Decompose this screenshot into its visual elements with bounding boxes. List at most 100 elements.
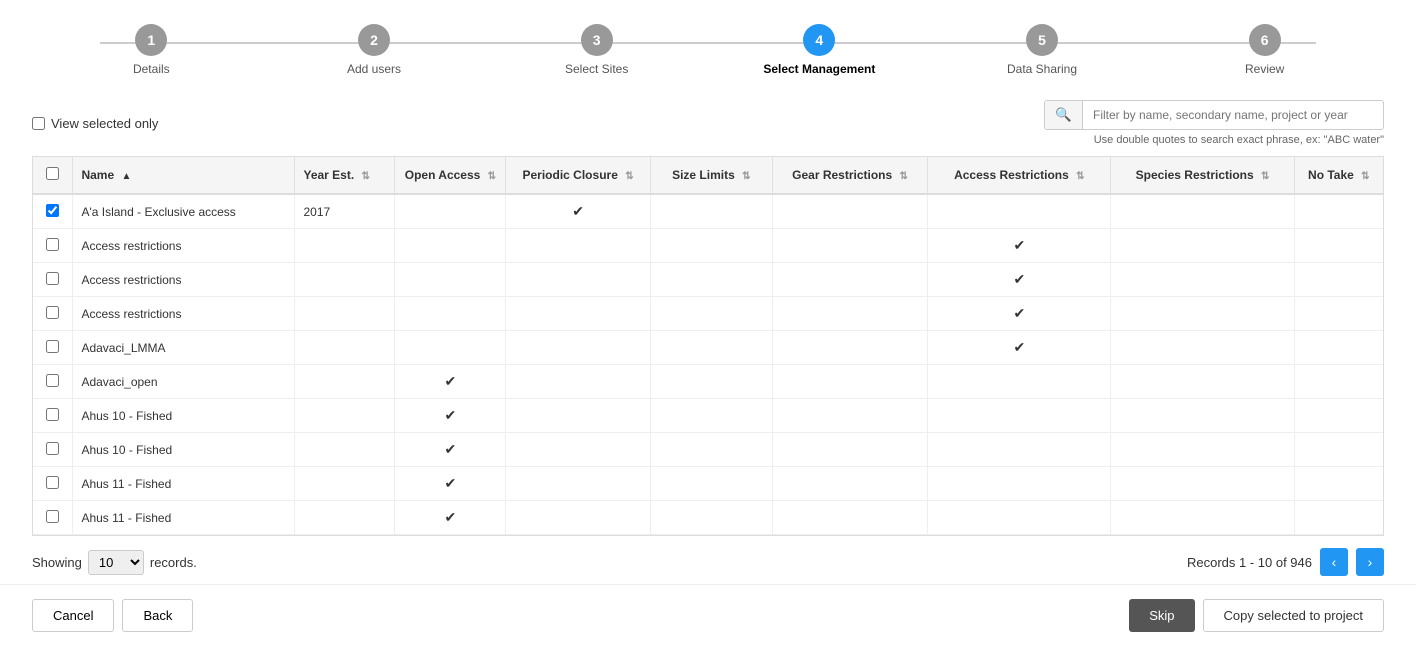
step-6[interactable]: 6 Review bbox=[1153, 24, 1376, 76]
row-open-access bbox=[395, 263, 506, 297]
step-1-label: Details bbox=[133, 62, 170, 76]
row-year bbox=[295, 433, 395, 467]
row-checkbox-cell[interactable] bbox=[33, 331, 73, 365]
step-4-label: Select Management bbox=[763, 62, 875, 76]
row-checkbox[interactable] bbox=[46, 238, 59, 251]
step-3[interactable]: 3 Select Sites bbox=[485, 24, 708, 76]
row-checkbox[interactable] bbox=[46, 374, 59, 387]
col-open-access[interactable]: Open Access ⇅ bbox=[395, 157, 506, 194]
row-name: Access restrictions bbox=[73, 229, 295, 263]
row-checkbox-cell[interactable] bbox=[33, 399, 73, 433]
row-gear-restrictions bbox=[772, 399, 927, 433]
row-periodic-closure bbox=[506, 467, 650, 501]
row-checkbox[interactable] bbox=[46, 204, 59, 217]
cancel-button[interactable]: Cancel bbox=[32, 599, 114, 632]
row-checkbox[interactable] bbox=[46, 408, 59, 421]
row-size-limits bbox=[650, 194, 772, 229]
row-checkbox[interactable] bbox=[46, 272, 59, 285]
row-checkbox[interactable] bbox=[46, 442, 59, 455]
copy-to-project-button[interactable]: Copy selected to project bbox=[1203, 599, 1384, 632]
search-button[interactable]: 🔍 bbox=[1045, 101, 1083, 129]
row-open-access: ✔ bbox=[395, 501, 506, 535]
back-button[interactable]: Back bbox=[122, 599, 193, 632]
search-input[interactable] bbox=[1083, 102, 1383, 128]
row-access-restrictions bbox=[928, 433, 1111, 467]
col-periodic-closure[interactable]: Periodic Closure ⇅ bbox=[506, 157, 650, 194]
row-access-restrictions bbox=[928, 467, 1111, 501]
row-checkbox-cell[interactable] bbox=[33, 194, 73, 229]
col-year[interactable]: Year Est. ⇅ bbox=[295, 157, 395, 194]
row-species-restrictions bbox=[1111, 297, 1294, 331]
table-row: Ahus 10 - Fished✔ bbox=[33, 433, 1383, 467]
row-checkbox-cell[interactable] bbox=[33, 229, 73, 263]
row-checkbox-cell[interactable] bbox=[33, 365, 73, 399]
step-3-label: Select Sites bbox=[565, 62, 628, 76]
row-checkbox[interactable] bbox=[46, 340, 59, 353]
col-size-limits[interactable]: Size Limits ⇅ bbox=[650, 157, 772, 194]
row-checkbox[interactable] bbox=[46, 510, 59, 523]
skip-button[interactable]: Skip bbox=[1129, 599, 1194, 632]
row-gear-restrictions bbox=[772, 194, 927, 229]
row-no-take bbox=[1294, 229, 1383, 263]
col-no-take[interactable]: No Take ⇅ bbox=[1294, 157, 1383, 194]
row-checkbox-cell[interactable] bbox=[33, 501, 73, 535]
row-year bbox=[295, 263, 395, 297]
row-name: A'a Island - Exclusive access bbox=[73, 194, 295, 229]
row-species-restrictions bbox=[1111, 501, 1294, 535]
col-gear-restrictions[interactable]: Gear Restrictions ⇅ bbox=[772, 157, 927, 194]
step-6-circle: 6 bbox=[1249, 24, 1281, 56]
row-access-restrictions bbox=[928, 399, 1111, 433]
row-name: Ahus 11 - Fished bbox=[73, 501, 295, 535]
col-name[interactable]: Name ▲ bbox=[73, 157, 295, 194]
table-row: Adavaci_LMMA✔ bbox=[33, 331, 1383, 365]
sort-year-icon: ⇅ bbox=[362, 171, 370, 182]
step-2-label: Add users bbox=[347, 62, 401, 76]
sort-gr-icon: ⇅ bbox=[900, 171, 908, 182]
row-periodic-closure bbox=[506, 331, 650, 365]
row-species-restrictions bbox=[1111, 399, 1294, 433]
next-page-button[interactable]: › bbox=[1356, 548, 1384, 576]
col-checkbox[interactable] bbox=[33, 157, 73, 194]
row-gear-restrictions bbox=[772, 331, 927, 365]
row-species-restrictions bbox=[1111, 194, 1294, 229]
select-all-checkbox[interactable] bbox=[46, 167, 59, 180]
view-selected-checkbox[interactable] bbox=[32, 117, 45, 130]
step-2[interactable]: 2 Add users bbox=[263, 24, 486, 76]
row-checkbox[interactable] bbox=[46, 476, 59, 489]
stepper: 1 Details 2 Add users 3 Select Sites 4 S… bbox=[0, 0, 1416, 92]
row-gear-restrictions bbox=[772, 501, 927, 535]
row-no-take bbox=[1294, 365, 1383, 399]
row-checkbox-cell[interactable] bbox=[33, 297, 73, 331]
row-no-take bbox=[1294, 263, 1383, 297]
row-size-limits bbox=[650, 399, 772, 433]
pagination-row: Showing 102550100 records. Records 1 - 1… bbox=[32, 536, 1384, 584]
row-gear-restrictions bbox=[772, 263, 927, 297]
step-4[interactable]: 4 Select Management bbox=[708, 24, 931, 76]
step-1[interactable]: 1 Details bbox=[40, 24, 263, 76]
step-5-label: Data Sharing bbox=[1007, 62, 1077, 76]
row-periodic-closure bbox=[506, 365, 650, 399]
table-row: Access restrictions✔ bbox=[33, 229, 1383, 263]
row-year bbox=[295, 229, 395, 263]
prev-page-button[interactable]: ‹ bbox=[1320, 548, 1348, 576]
row-periodic-closure bbox=[506, 263, 650, 297]
row-year bbox=[295, 399, 395, 433]
col-species-restrictions[interactable]: Species Restrictions ⇅ bbox=[1111, 157, 1294, 194]
row-size-limits bbox=[650, 467, 772, 501]
row-species-restrictions bbox=[1111, 467, 1294, 501]
step-5[interactable]: 5 Data Sharing bbox=[931, 24, 1154, 76]
per-page-select[interactable]: 102550100 bbox=[88, 550, 144, 575]
row-year bbox=[295, 501, 395, 535]
row-species-restrictions bbox=[1111, 263, 1294, 297]
row-checkbox-cell[interactable] bbox=[33, 433, 73, 467]
row-checkbox-cell[interactable] bbox=[33, 467, 73, 501]
row-year bbox=[295, 365, 395, 399]
col-access-restrictions[interactable]: Access Restrictions ⇅ bbox=[928, 157, 1111, 194]
search-hint: Use double quotes to search exact phrase… bbox=[1094, 134, 1384, 146]
row-checkbox-cell[interactable] bbox=[33, 263, 73, 297]
sort-ar-icon: ⇅ bbox=[1076, 171, 1084, 182]
footer-right: Skip Copy selected to project bbox=[1129, 599, 1384, 632]
row-checkbox[interactable] bbox=[46, 306, 59, 319]
row-size-limits bbox=[650, 501, 772, 535]
sort-oa-icon: ⇅ bbox=[488, 171, 496, 182]
